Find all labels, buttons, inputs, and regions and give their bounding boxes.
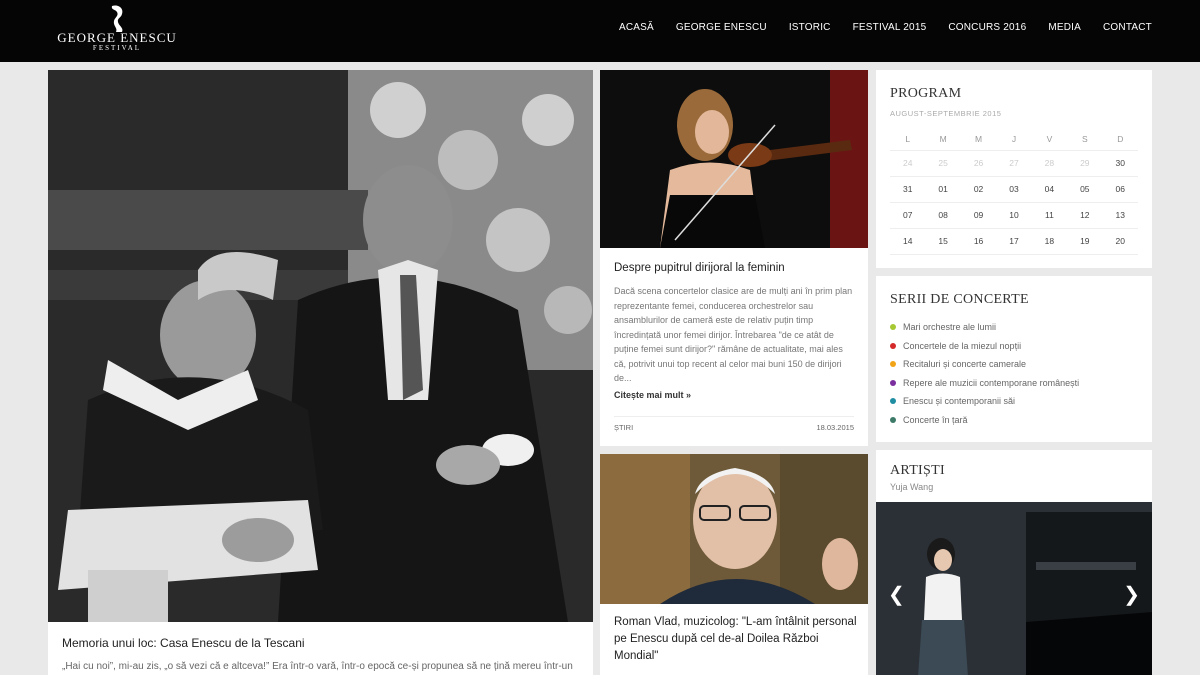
carousel-prev-icon[interactable]: ❮ [888, 582, 905, 607]
artist-name[interactable]: Yuja Wang [890, 482, 933, 492]
nav-item-istoric[interactable]: ISTORIC [789, 22, 831, 33]
featured-article-excerpt: „Hai cu noi”, mi-au zis, „o să vezi că e… [62, 661, 573, 672]
calendar-day[interactable]: 13 [1102, 202, 1138, 229]
series-item-label[interactable]: Concertele de la miezul nopții [903, 341, 1021, 351]
nav-item-media[interactable]: MEDIA [1048, 22, 1081, 33]
calendar-day[interactable]: 02 [960, 176, 997, 203]
series-item[interactable]: Mari orchestre ale lumii [890, 318, 1079, 337]
calendar-day: 28 [1031, 150, 1068, 177]
concert-series-widget: SERII DE CONCERTE Mari orchestre ale lum… [876, 276, 1152, 442]
weekday-label: L [890, 128, 926, 151]
weekday-label: M [925, 128, 961, 151]
top-navigation-bar: GEORGE ENESCU FESTIVAL ACASĂ GEORGE ENES… [0, 0, 1200, 62]
calendar-day[interactable]: 07 [890, 202, 926, 229]
nav-item-contact[interactable]: CONTACT [1103, 22, 1152, 33]
calendar-grid: L M M J V S D 24 25 26 27 28 29 30 31 01 [890, 128, 1138, 255]
featured-article-photo[interactable] [48, 70, 593, 622]
calendar-month-label: AUGUST-SEPTEMBRIE 2015 [890, 109, 1002, 118]
carousel-next-icon[interactable]: ❯ [1123, 582, 1140, 607]
series-item-label[interactable]: Mari orchestre ale lumii [903, 322, 996, 332]
calendar-day[interactable]: 08 [925, 202, 961, 229]
nav-item-acasa[interactable]: ACASĂ [619, 22, 654, 33]
series-title: SERII DE CONCERTE [890, 292, 1029, 307]
nav-item-festival-2015[interactable]: FESTIVAL 2015 [853, 22, 927, 33]
featured-article-title[interactable]: Memoria unui loc: Casa Enescu de la Tesc… [62, 636, 305, 650]
series-color-dot [890, 398, 896, 405]
calendar-day[interactable]: 05 [1067, 176, 1103, 203]
weekday-label: V [1031, 128, 1068, 151]
calendar-day: 27 [996, 150, 1032, 177]
calendar-day[interactable]: 18 [1031, 228, 1068, 255]
artists-widget: ARTIȘTI Yuja Wang ❮ ❯ [876, 450, 1152, 675]
calendar-day: 26 [960, 150, 997, 177]
festival-logo[interactable]: GEORGE ENESCU FESTIVAL [52, 4, 182, 56]
artist-photo[interactable]: ❮ ❯ [876, 502, 1152, 675]
calendar-day: 25 [925, 150, 961, 177]
article-card[interactable]: Despre pupitrul dirijoral la feminin Dac… [600, 70, 868, 446]
series-color-dot [890, 342, 896, 349]
read-more-link[interactable]: Citește mai mult » [614, 390, 691, 400]
weekday-label: J [996, 128, 1032, 151]
calendar-day[interactable]: 06 [1102, 176, 1138, 203]
series-color-dot [890, 361, 896, 368]
calendar-day[interactable]: 09 [960, 202, 997, 229]
calendar-day[interactable]: 20 [1102, 228, 1138, 255]
calendar-day[interactable]: 16 [960, 228, 997, 255]
calendar-day[interactable]: 12 [1067, 202, 1103, 229]
calendar-day[interactable]: 04 [1031, 176, 1068, 203]
calendar-day[interactable]: 31 [890, 176, 926, 203]
article-card-excerpt: Dacă scena concertelor clasice are de mu… [614, 286, 853, 383]
calendar-day[interactable]: 17 [996, 228, 1032, 255]
series-item-label[interactable]: Enescu și contemporanii săi [903, 396, 1015, 406]
calendar-day[interactable]: 11 [1031, 202, 1068, 229]
series-item[interactable]: Concerte în țară [890, 411, 1079, 430]
weekday-label: S [1067, 128, 1103, 151]
program-calendar-widget: PROGRAM AUGUST-SEPTEMBRIE 2015 L M M J V… [876, 70, 1152, 268]
series-item[interactable]: Repere ale muzicii contemporane româneșt… [890, 374, 1079, 393]
nav-item-concurs-2016[interactable]: CONCURS 2016 [948, 22, 1026, 33]
article-card-title[interactable]: Despre pupitrul dirijoral la feminin [614, 260, 859, 277]
logo-subtitle: FESTIVAL [92, 44, 142, 52]
article-card[interactable]: Roman Vlad, muzicolog: "L-am întâlnit pe… [600, 454, 868, 675]
artists-title: ARTIȘTI [890, 463, 945, 478]
article-category[interactable]: ȘTIRI [614, 423, 633, 432]
article-card-photo[interactable] [600, 454, 868, 604]
series-list: Mari orchestre ale lumii Concertele de l… [890, 318, 1079, 429]
program-title: PROGRAM [890, 86, 962, 101]
series-color-dot [890, 379, 896, 386]
weekday-label: M [960, 128, 997, 151]
nav-item-george-enescu[interactable]: GEORGE ENESCU [676, 22, 767, 33]
calendar-day[interactable]: 10 [996, 202, 1032, 229]
calendar-day[interactable]: 14 [890, 228, 926, 255]
series-item-label[interactable]: Recitaluri și concerte camerale [903, 359, 1026, 369]
article-card-footer: ȘTIRI 18.03.2015 [614, 416, 854, 432]
series-item-label[interactable]: Repere ale muzicii contemporane româneșt… [903, 378, 1079, 388]
calendar-day: 29 [1067, 150, 1103, 177]
article-date: 18.03.2015 [816, 423, 854, 432]
series-item[interactable]: Concertele de la miezul nopții [890, 337, 1079, 356]
series-item-label[interactable]: Concerte în țară [903, 415, 968, 425]
main-nav: ACASĂ GEORGE ENESCU ISTORIC FESTIVAL 201… [619, 22, 1152, 33]
calendar-day: 24 [890, 150, 926, 177]
series-item[interactable]: Enescu și contemporanii săi [890, 392, 1079, 411]
series-color-dot [890, 416, 896, 423]
weekday-label: D [1102, 128, 1138, 151]
calendar-day[interactable]: 19 [1067, 228, 1103, 255]
series-item[interactable]: Recitaluri și concerte camerale [890, 355, 1079, 374]
featured-article[interactable]: Memoria unui loc: Casa Enescu de la Tesc… [48, 70, 593, 675]
calendar-day[interactable]: 01 [925, 176, 961, 203]
calendar-day[interactable]: 30 [1102, 150, 1138, 177]
article-card-photo[interactable] [600, 70, 868, 248]
calendar-day[interactable]: 15 [925, 228, 961, 255]
article-card-title[interactable]: Roman Vlad, muzicolog: "L-am întâlnit pe… [614, 614, 859, 665]
calendar-day[interactable]: 03 [996, 176, 1032, 203]
series-color-dot [890, 324, 896, 331]
